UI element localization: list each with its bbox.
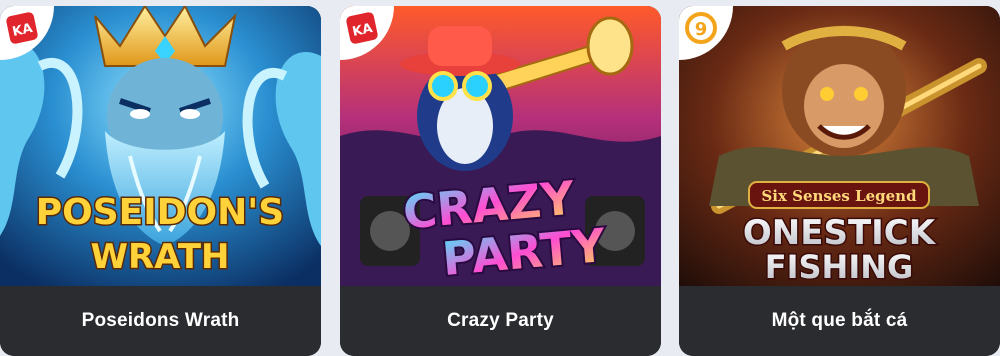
game-title[interactable]: Poseidons Wrath xyxy=(0,286,321,356)
game-title[interactable]: Một que bắt cá xyxy=(679,286,1000,356)
art-title-line1: POSEIDON'S xyxy=(36,192,284,233)
art-title-line1: ONESTICK xyxy=(743,213,937,253)
ka-dice-icon: KA xyxy=(340,6,394,60)
game-card-one-stick-fishing[interactable]: Six Senses Legend ONESTICK FISHING 9 Một… xyxy=(679,6,1000,356)
game-card-crazy-party[interactable]: CRAZY PARTY KA Crazy Party xyxy=(340,6,661,356)
art-subtitle: Six Senses Legend xyxy=(761,187,917,205)
provider-label: 9 xyxy=(695,19,708,40)
game-list: POSEIDON'S WRATH KA Poseidons Wrath CRAZ… xyxy=(0,0,1000,356)
provider-9-icon: 9 xyxy=(679,6,733,60)
game-thumbnail[interactable]: POSEIDON'S WRATH KA xyxy=(0,6,321,286)
art-title-line2: FISHING xyxy=(765,248,914,286)
game-thumbnail[interactable]: CRAZY PARTY KA xyxy=(340,6,661,286)
game-title[interactable]: Crazy Party xyxy=(340,286,661,356)
game-card-poseidons-wrath[interactable]: POSEIDON'S WRATH KA Poseidons Wrath xyxy=(0,6,321,356)
ka-dice-icon: KA xyxy=(0,6,54,60)
game-thumbnail[interactable]: Six Senses Legend ONESTICK FISHING 9 xyxy=(679,6,1000,286)
art-title-line2: WRATH xyxy=(90,237,229,277)
